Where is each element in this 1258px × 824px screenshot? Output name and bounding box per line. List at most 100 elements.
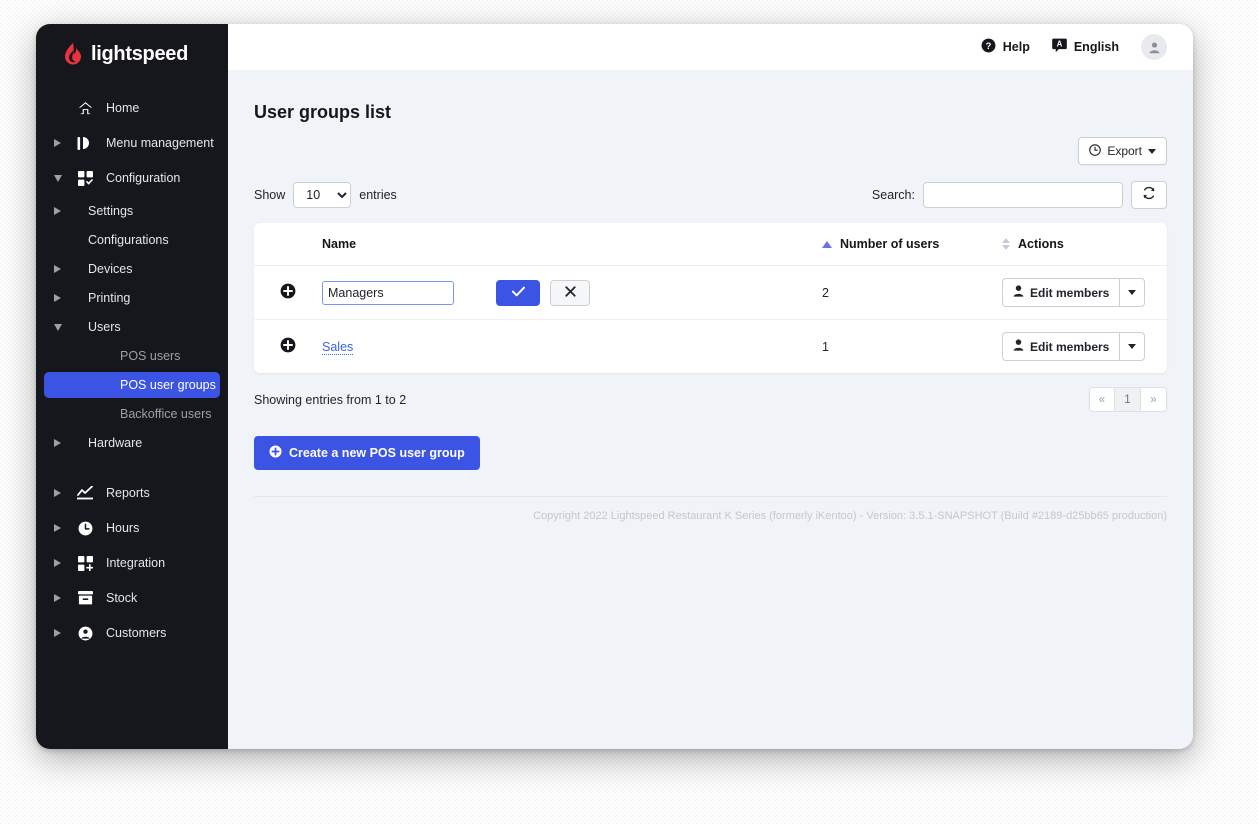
check-icon [511,286,525,300]
language-button[interactable]: A English [1052,38,1119,56]
sidebar-divider-gap [36,459,228,473]
name-edit-group [322,279,822,306]
chevron-down-icon [1148,148,1156,154]
user-avatar-icon[interactable] [1141,34,1167,60]
sidebar-item-label: Configuration [106,171,181,185]
cancel-button[interactable] [550,279,590,306]
sidebar-item-settings[interactable]: Settings [36,198,228,224]
edit-members-split-button: Edit members [1002,332,1146,361]
copyright-text: Copyright 2022 Lightspeed Restaurant K S… [533,510,1167,522]
sidebar-item-label: Home [106,101,140,115]
sidebar-item-hardware-row: Hardware [36,430,228,456]
sidebar-item-printing-row: Printing [36,285,228,311]
column-name-label: Name [322,237,357,251]
expand-cell[interactable] [254,320,322,374]
sidebar-item-users-row: Users [36,314,228,340]
edit-members-button[interactable]: Edit members [1002,278,1120,307]
help-label: Help [1002,40,1030,54]
help-button[interactable]: ? Help [981,38,1030,56]
search-input[interactable] [923,182,1123,208]
expand-cell[interactable] [254,265,322,320]
group-name-link[interactable]: Sales [322,339,354,355]
edit-members-dropdown-toggle[interactable] [1119,332,1146,361]
chevron-right-icon [54,439,74,447]
sidebar-item-label: Devices [88,262,133,276]
customers-icon [74,626,96,641]
sidebar-item-pos-user-groups[interactable]: POS user groups [44,372,220,398]
page-size-select[interactable]: 10 25 50 100 [293,182,352,208]
edit-actions [496,279,590,306]
pagination-next[interactable]: » [1141,387,1167,412]
sidebar-item-stock[interactable]: Stock [36,583,228,613]
column-name-inner: Name [322,237,822,251]
sidebar-item-label: POS user groups [120,378,216,392]
column-actions-inner: Actions [1002,237,1167,251]
reports-icon [74,486,96,500]
sidebar-item-label: Reports [106,486,150,500]
app-window: lightspeed Home Menu management Configur… [36,24,1193,749]
stock-icon [74,591,96,605]
cross-icon [564,285,576,300]
chevron-right-icon [54,559,74,567]
show-entries-control: Show 10 25 50 100 entries [254,182,397,208]
pagination: « 1 » [1089,387,1167,412]
actions-cell: Edit members [1002,320,1167,374]
sort-both-icon [1002,238,1010,250]
brand-name: lightspeed [91,42,189,65]
confirm-button[interactable] [496,279,540,306]
table-row: 2 [254,265,1167,320]
sidebar-item-home[interactable]: Home [36,93,228,123]
column-number-of-users[interactable]: Number of users [822,223,1002,266]
search-label: Search: [871,188,915,202]
name-cell: Sales [322,320,822,374]
refresh-icon [1142,186,1156,205]
chevron-right-icon [54,489,74,497]
sidebar-item-menu-management[interactable]: Menu management [36,128,228,158]
pagination-prev[interactable]: « [1089,387,1115,412]
sidebar-item-hardware[interactable]: Hardware [36,430,228,456]
sidebar-item-settings-row: Settings [36,198,228,224]
column-name[interactable]: Name [322,223,822,266]
user-groups-table: Name Number of users Actions Managers 2 … [254,223,1167,373]
chevron-down-icon [1128,344,1137,349]
sidebar-item-backoffice-users[interactable]: Backoffice users [36,401,228,427]
column-actions: Actions [1002,223,1167,266]
refresh-button[interactable] [1131,181,1167,209]
sidebar-item-pos-users[interactable]: POS users [36,343,228,369]
sidebar-item-printing[interactable]: Printing [36,285,228,311]
chevron-right-icon [54,265,74,273]
topbar: ? Help A English [228,24,1193,70]
user-icon [1013,339,1024,354]
create-user-group-button[interactable]: Create a new POS user group [254,436,480,470]
sidebar-item-users[interactable]: Users [36,314,228,340]
plus-circle-icon [269,445,282,461]
sidebar-item-integration[interactable]: Integration [36,548,228,578]
pagination-page-1[interactable]: 1 [1115,387,1141,412]
sidebar-item-configurations[interactable]: Configurations [36,227,228,253]
sidebar-item-configuration[interactable]: Configuration [36,163,228,193]
chevron-right-icon [54,594,74,602]
export-label: Export [1107,144,1142,158]
sidebar-item-reports[interactable]: Reports [36,478,228,508]
sidebar-item-hours[interactable]: Hours [36,513,228,543]
integration-icon [74,555,96,571]
group-name-input[interactable] [322,280,454,305]
column-number-inner: Number of users [822,237,1002,251]
clock-icon [74,521,96,536]
name-cell-editing [322,265,822,320]
chevron-right-icon [54,629,74,637]
user-groups-table-card: Name Number of users Actions Managers 2 … [254,223,1167,373]
sidebar-item-customers[interactable]: Customers [36,618,228,648]
users-count-cell: 2 [822,265,1002,320]
entries-label: entries [359,188,397,202]
main-area: ? Help A English User groups list Export… [228,24,1193,749]
translate-icon: A [1052,38,1067,56]
edit-members-dropdown-toggle[interactable] [1119,278,1146,307]
brand-logo-area[interactable]: lightspeed [36,24,228,82]
export-button[interactable]: Export [1078,137,1167,165]
edit-members-button[interactable]: Edit members [1002,332,1120,361]
sidebar-item-label: Printing [88,291,131,305]
sidebar-item-devices[interactable]: Devices [36,256,228,282]
chevron-down-icon [1128,290,1137,295]
sidebar-item-label: Backoffice users [120,407,212,421]
